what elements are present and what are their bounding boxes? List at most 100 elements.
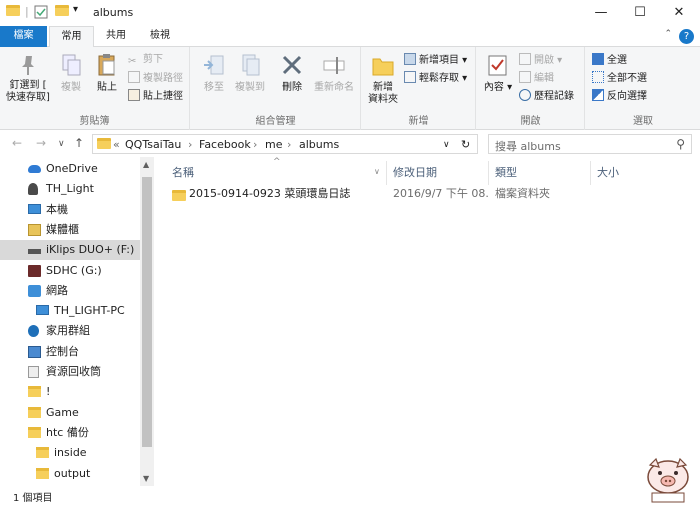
column-header-type[interactable]: 類型 <box>495 161 517 185</box>
title-bar: | ▾ albums — ☐ ✕ <box>0 0 700 26</box>
tab-file[interactable]: 檔案 <box>0 26 47 47</box>
sidebar-item[interactable]: iKlips DUO+ (F:) <box>0 240 140 261</box>
properties-icon[interactable] <box>34 5 48 21</box>
new-folder-button[interactable]: 新增 資料夾 <box>366 53 400 106</box>
navigation-pane-scrollbar[interactable]: ▲ ▼ <box>140 157 154 486</box>
crumb-separator-icon[interactable]: › <box>253 138 257 151</box>
copy-button[interactable]: 複製 <box>56 53 86 94</box>
properties-button[interactable]: 內容 ▾ <box>483 53 513 94</box>
forward-arrow-icon[interactable]: → <box>36 136 46 150</box>
pin-quick-access-button[interactable]: 釘選到 [ 快速存取] <box>4 53 52 104</box>
open-button[interactable]: 開啟 ▾ <box>519 53 562 67</box>
column-dropdown-icon[interactable]: ∨ <box>374 167 380 176</box>
navigation-bar: ← → ∨ ↑ « QQTsaiTau › Facebook › me › al… <box>0 130 700 157</box>
copy-to-button[interactable]: 複製到 <box>233 53 267 94</box>
column-header-name[interactable]: 名稱 <box>172 161 386 185</box>
sidebar-item[interactable]: Game <box>0 403 140 423</box>
select-none-label: 全部不選 <box>607 73 647 84</box>
crumb-albums[interactable]: albums <box>299 138 339 151</box>
folder-icon <box>28 406 41 418</box>
search-box[interactable]: 搜尋 albums ⚲ <box>488 134 692 154</box>
search-icon[interactable]: ⚲ <box>676 137 685 151</box>
select-all-label: 全選 <box>607 55 627 66</box>
easy-access-button[interactable]: 輕鬆存取 ▾ <box>404 71 467 85</box>
search-input[interactable]: 搜尋 albums <box>495 138 561 154</box>
select-none-button[interactable]: 全部不選 <box>592 71 647 85</box>
scroll-up-arrow-icon[interactable]: ▲ <box>143 160 149 169</box>
address-bar[interactable]: « QQTsaiTau › Facebook › me › albums ∨ ↻ <box>92 134 478 154</box>
folder-icon <box>172 188 186 208</box>
invert-selection-button[interactable]: 反向選擇 <box>592 89 647 103</box>
pc-icon <box>36 305 49 316</box>
crumb-me[interactable]: me <box>265 138 282 151</box>
sidebar-item[interactable]: 本機 <box>0 200 140 220</box>
open-label: 開啟 <box>534 55 554 66</box>
move-to-icon <box>204 55 224 75</box>
sidebar-item[interactable]: OneDrive <box>0 159 140 179</box>
scroll-thumb[interactable] <box>142 177 152 447</box>
column-header-date[interactable]: 修改日期 <box>393 161 437 185</box>
address-history-chevron-icon[interactable]: ∨ <box>443 140 450 150</box>
up-arrow-icon[interactable]: ↑ <box>74 136 84 150</box>
sidebar-item[interactable]: 控制台 <box>0 342 140 362</box>
rename-button[interactable]: 重新命名 <box>311 53 357 94</box>
overflow-crumb-icon[interactable]: « <box>113 138 120 151</box>
paste-button[interactable]: 貼上 <box>92 53 122 94</box>
recent-locations-chevron-icon[interactable]: ∨ <box>58 139 65 149</box>
sidebar-item[interactable]: inside <box>0 443 140 463</box>
tab-home[interactable]: 常用 <box>49 26 94 48</box>
quick-access-dropdown-icon[interactable]: ▾ <box>73 4 78 20</box>
sidebar-item[interactable]: ! <box>0 382 140 402</box>
delete-button[interactable]: 刪除 <box>277 53 307 94</box>
new-folder-quick-icon[interactable] <box>55 5 69 21</box>
scroll-down-arrow-icon[interactable]: ▼ <box>143 474 149 483</box>
select-all-button[interactable]: 全選 <box>592 53 627 67</box>
sidebar-item[interactable]: TH_LIGHT-PC <box>0 301 140 321</box>
back-arrow-icon[interactable]: ← <box>12 136 22 150</box>
edit-button[interactable]: 編輯 <box>519 71 554 85</box>
crumb-separator-icon[interactable]: › <box>188 138 192 151</box>
new-item-label: 新增項目 <box>419 55 459 66</box>
delete-label: 刪除 <box>282 82 302 93</box>
history-button[interactable]: 歷程記錄 <box>519 89 574 103</box>
column-header-size[interactable]: 大小 <box>597 161 619 185</box>
sidebar-item[interactable]: output <box>0 464 140 484</box>
delete-icon <box>282 55 302 75</box>
sidebar-item-label: Game <box>46 405 79 419</box>
column-divider[interactable] <box>386 161 387 185</box>
user-icon <box>28 183 38 196</box>
folder-icon <box>6 5 20 21</box>
file-date: 2016/9/7 下午 08... <box>393 187 488 200</box>
crumb-qqtsaitau[interactable]: QQTsaiTau <box>125 138 181 151</box>
move-to-button[interactable]: 移至 <box>199 53 229 94</box>
paste-shortcut-icon <box>128 89 140 101</box>
folder-icon <box>28 426 41 438</box>
sidebar-item[interactable]: htc 備份 <box>0 423 140 443</box>
new-item-button[interactable]: 新增項目 ▾ <box>404 53 467 67</box>
table-row[interactable]: 2015-0914-0923 菜頭環島日誌 2016/9/7 下午 08... … <box>168 184 688 204</box>
cut-button[interactable]: ✂ 剪下 <box>128 53 163 67</box>
copy-path-button[interactable]: 複製路徑 <box>128 71 183 85</box>
pc-icon <box>28 203 41 214</box>
sidebar-item[interactable]: 媒體櫃 <box>0 220 140 240</box>
sidebar-item-label: 資源回收筒 <box>46 365 101 378</box>
sidebar-item[interactable]: SDHC (G:) <box>0 261 140 281</box>
help-icon[interactable]: ? <box>679 29 694 44</box>
homegroup-icon <box>28 325 39 338</box>
column-divider[interactable] <box>590 161 591 185</box>
sidebar-item[interactable]: TH_Light <box>0 179 140 199</box>
collapse-ribbon-icon[interactable]: ⌃ <box>664 29 672 39</box>
sidebar-item[interactable]: 資源回收筒 <box>0 362 140 382</box>
paste-shortcut-button[interactable]: 貼上捷徑 <box>128 89 183 103</box>
crumb-separator-icon[interactable]: › <box>287 138 291 151</box>
crumb-facebook[interactable]: Facebook <box>199 138 251 151</box>
refresh-icon[interactable]: ↻ <box>461 138 470 151</box>
column-divider[interactable] <box>488 161 489 185</box>
close-button[interactable]: ✕ <box>656 0 700 26</box>
sidebar-item[interactable]: 網路 <box>0 281 140 301</box>
recycle-bin-icon <box>28 366 39 378</box>
sidebar-item[interactable]: 家用群組 <box>0 321 140 341</box>
tab-share[interactable]: 共用 <box>100 26 132 47</box>
invert-selection-icon <box>592 89 604 101</box>
tab-view[interactable]: 檢視 <box>142 26 178 47</box>
